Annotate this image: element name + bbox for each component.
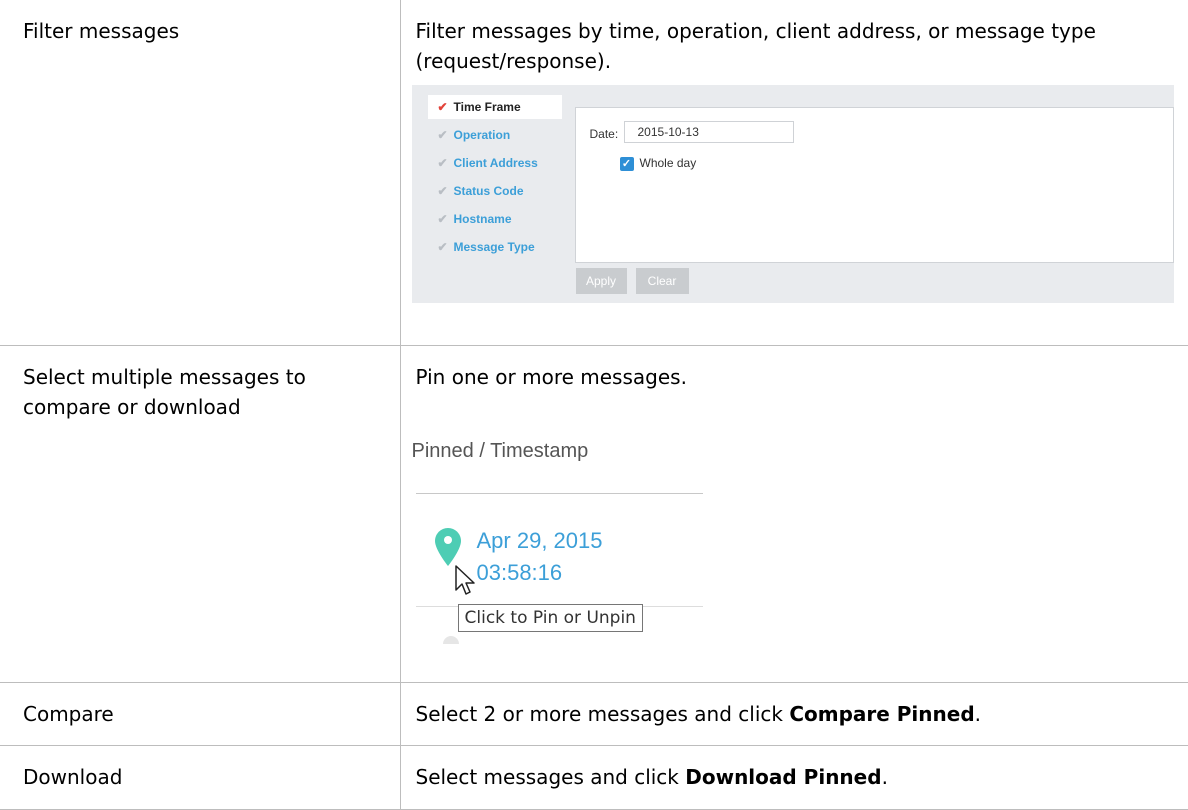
menu-item-client-address[interactable]: ✔Client Address bbox=[438, 154, 538, 172]
pin-screenshot: Pinned / Timestamp Apr 29, 2015 03:58:16… bbox=[401, 392, 1161, 644]
feature-cell: Download bbox=[0, 745, 400, 809]
feature-name: Filter messages bbox=[0, 0, 400, 46]
clear-button[interactable]: Clear bbox=[636, 268, 689, 294]
description-cell: Select messages and click Download Pinne… bbox=[400, 745, 1188, 809]
check-icon: ✔ bbox=[438, 238, 454, 256]
description-text: Filter messages by time, operation, clie… bbox=[401, 0, 1188, 76]
description-text: Select messages and click Download Pinne… bbox=[401, 746, 1188, 792]
whole-day-checkbox[interactable]: ✓ bbox=[620, 157, 634, 171]
feature-name: Download bbox=[0, 746, 400, 792]
feature-name: Select multiple messages to compare or d… bbox=[0, 346, 400, 422]
header-divider bbox=[416, 493, 703, 494]
menu-item-time-frame[interactable]: ✔Time Frame bbox=[438, 98, 521, 116]
message-date[interactable]: Apr 29, 2015 bbox=[477, 528, 603, 554]
feature-table: Filter messages Filter messages by time,… bbox=[0, 0, 1188, 810]
pin-tooltip: Click to Pin or Unpin bbox=[458, 604, 643, 632]
feature-cell: Filter messages bbox=[0, 0, 400, 345]
menu-item-hostname[interactable]: ✔Hostname bbox=[438, 210, 512, 228]
feature-name: Compare bbox=[0, 683, 400, 729]
whole-day-label: Whole day bbox=[640, 156, 697, 170]
table-row: Filter messages Filter messages by time,… bbox=[0, 0, 1188, 345]
check-icon: ✔ bbox=[438, 154, 454, 172]
description-text: Pin one or more messages. bbox=[401, 346, 1188, 392]
menu-item-message-type[interactable]: ✔Message Type bbox=[438, 238, 535, 256]
date-label: Date: bbox=[590, 127, 619, 141]
description-cell: Pin one or more messages. Pinned / Times… bbox=[400, 345, 1188, 682]
pinned-column-header: Pinned / Timestamp bbox=[412, 440, 589, 463]
menu-item-operation[interactable]: ✔Operation bbox=[438, 126, 511, 144]
date-field[interactable]: 2015-10-13 bbox=[624, 121, 794, 143]
description-text: Select 2 or more messages and click Comp… bbox=[401, 683, 1188, 729]
filter-panel: Date: 2015-10-13 ✓ Whole day bbox=[575, 107, 1174, 263]
feature-cell: Compare bbox=[0, 682, 400, 745]
download-pinned-label: Download Pinned bbox=[685, 765, 881, 789]
compare-pinned-label: Compare Pinned bbox=[789, 702, 974, 726]
feature-cell: Select multiple messages to compare or d… bbox=[0, 345, 400, 682]
table-row: Select multiple messages to compare or d… bbox=[0, 345, 1188, 682]
check-icon: ✔ bbox=[438, 126, 454, 144]
description-cell: Select 2 or more messages and click Comp… bbox=[400, 682, 1188, 745]
table-row: Download Select messages and click Downl… bbox=[0, 745, 1188, 809]
filter-screenshot: ✔Time Frame ✔Operation ✔Client Address ✔… bbox=[412, 85, 1174, 303]
mouse-cursor-icon bbox=[454, 564, 478, 598]
check-icon: ✔ bbox=[438, 98, 454, 116]
description-cell: Filter messages by time, operation, clie… bbox=[400, 0, 1188, 345]
message-time[interactable]: 03:58:16 bbox=[477, 560, 563, 586]
menu-item-status-code[interactable]: ✔Status Code bbox=[438, 182, 524, 200]
map-pin-icon[interactable] bbox=[434, 527, 462, 567]
table-row: Compare Select 2 or more messages and cl… bbox=[0, 682, 1188, 745]
apply-button[interactable]: Apply bbox=[576, 268, 627, 294]
check-icon: ✔ bbox=[438, 210, 454, 228]
check-icon: ✔ bbox=[438, 182, 454, 200]
next-pin-icon bbox=[443, 636, 459, 644]
